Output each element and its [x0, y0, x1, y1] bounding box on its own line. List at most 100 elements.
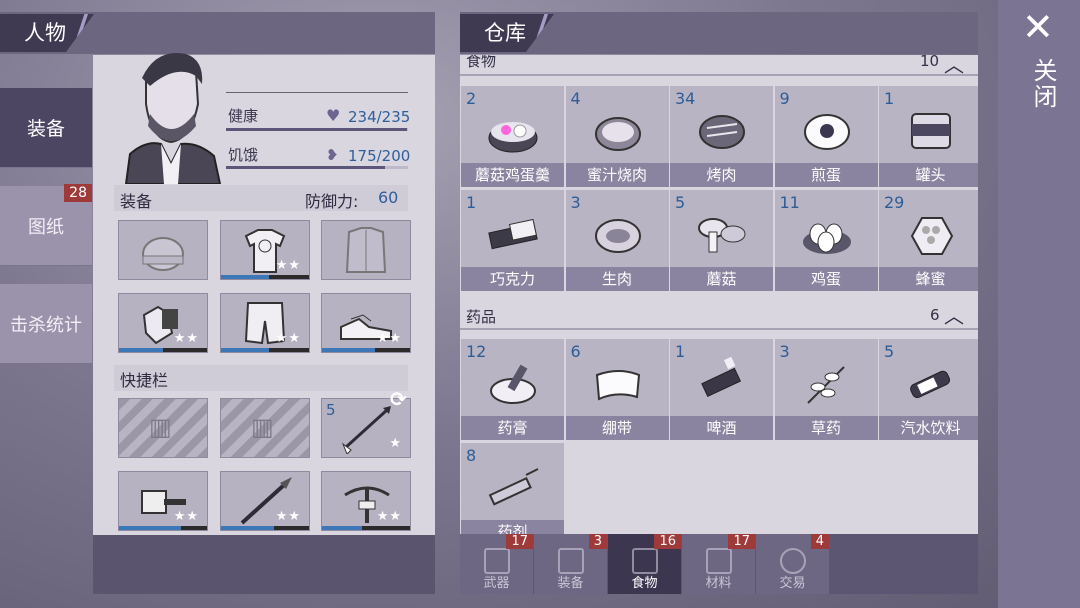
- item-cell[interactable]: 3 草药: [774, 339, 878, 440]
- equipment-slot[interactable]: ★★: [220, 293, 310, 353]
- tab-badge: 17: [506, 534, 533, 549]
- item-cell[interactable]: 1 巧克力: [461, 190, 564, 291]
- item-cell[interactable]: 5 蘑菇: [670, 190, 773, 291]
- item-cell[interactable]: 12 药膏: [461, 339, 564, 440]
- canned-food-icon: [911, 113, 951, 149]
- item-cell[interactable]: 11 鸡蛋: [774, 190, 878, 291]
- item-count: 2: [466, 89, 477, 108]
- tab-plank[interactable]: 17 材料: [682, 534, 755, 594]
- tab-equipment[interactable]: 装备: [0, 88, 92, 168]
- equipment-slot[interactable]: ★★: [321, 293, 411, 353]
- medicine-divider: [460, 328, 978, 330]
- lock-fence-icon: ▥: [251, 413, 274, 441]
- tab-blueprints[interactable]: 图纸 28: [0, 184, 92, 266]
- food-category-count: 10: [920, 55, 940, 70]
- tab-badge: 17: [728, 534, 755, 549]
- item-cell[interactable]: 3 生肉: [565, 190, 669, 291]
- item-count: 8: [466, 446, 477, 465]
- quickbar-label: 快捷栏: [120, 371, 169, 390]
- lock-fence-icon: ▥: [149, 413, 172, 441]
- plank-icon: [706, 548, 732, 574]
- tab-badge: 4: [810, 534, 829, 549]
- item-cell[interactable]: 1 啤酒: [670, 339, 773, 440]
- item-cell[interactable]: 8 药剂: [461, 443, 564, 534]
- character-portrait: [124, 53, 222, 184]
- mushroom-egg-soup-icon: [488, 122, 538, 153]
- close-icon[interactable]: ✕: [1022, 8, 1054, 46]
- item-cell[interactable]: 2 蘑菇鸡蛋羹: [461, 86, 564, 187]
- tab-kill-stats[interactable]: 击杀统计: [0, 284, 92, 364]
- equipment-slot[interactable]: ★★: [220, 220, 310, 280]
- beer-icon: [701, 357, 742, 398]
- equipment-slot[interactable]: [118, 220, 208, 280]
- steak-icon: [632, 548, 658, 574]
- health-label: 健康: [228, 107, 259, 125]
- quickbar-slot[interactable]: ★★: [118, 471, 208, 531]
- mushroom-icon: [698, 218, 746, 253]
- roast-meat-icon: [699, 115, 745, 149]
- tab-label: 装备: [557, 576, 584, 591]
- equipment-slot[interactable]: [321, 220, 411, 280]
- item-name: 生肉: [565, 267, 669, 291]
- hunger-label: 饥饿: [228, 146, 259, 164]
- warehouse-list[interactable]: 食物 10 ︿ 2 蘑菇鸡蛋羹 4 蜜汁烧肉 34 烤肉 9 煎蛋 1 罐头 1 巧克力 3 生肉 5 蘑菇 1…: [460, 55, 978, 534]
- item-name: 蘑菇: [670, 267, 773, 291]
- equipment-slot[interactable]: ★★: [118, 293, 208, 353]
- honey-roast-icon: [594, 117, 641, 151]
- syringe-icon: [488, 468, 539, 506]
- quickbar-slot[interactable]: ★★: [321, 471, 411, 531]
- raw-meat-icon: [594, 219, 641, 253]
- item-cell[interactable]: 1 罐头: [879, 86, 978, 187]
- tab-label: 食物: [631, 576, 658, 591]
- item-name: 蜂蜜: [879, 267, 978, 291]
- durability-bar: [221, 275, 270, 279]
- item-cell[interactable]: 5 汽水饮料: [879, 339, 978, 440]
- durability-bar: [119, 526, 181, 530]
- item-name: 罐头: [879, 163, 978, 187]
- item-name: 绷带: [565, 416, 669, 440]
- item-count: 3: [779, 342, 790, 361]
- durability-bar: [119, 348, 163, 352]
- tab-axe[interactable]: 17 武器: [460, 534, 533, 594]
- health-value: 234/235: [348, 108, 411, 126]
- coin-icon: [780, 548, 806, 574]
- item-cell[interactable]: 9 煎蛋: [774, 86, 878, 187]
- honeycomb-icon: [910, 217, 954, 255]
- tab-coin[interactable]: 4 交易: [756, 534, 829, 594]
- medicine-category-count: 6: [930, 306, 940, 324]
- ointment-icon: [490, 364, 536, 404]
- item-cell[interactable]: 6 绷带: [565, 339, 669, 440]
- soda-icon: [910, 370, 951, 399]
- medicine-collapse-chevron-icon[interactable]: ︿: [944, 300, 964, 329]
- item-count: 5: [884, 342, 895, 361]
- item-cell[interactable]: 34 烤肉: [670, 86, 773, 187]
- item-name: 啤酒: [670, 416, 773, 440]
- item-count: 1: [884, 89, 895, 108]
- stars: ★★: [376, 509, 402, 524]
- item-count: 1: [675, 342, 686, 361]
- stars: ★★: [173, 331, 199, 346]
- equipment-label: 装备: [120, 192, 153, 211]
- item-cell[interactable]: 4 蜜汁烧肉: [565, 86, 669, 187]
- stars: ★★: [275, 258, 301, 273]
- item-count: 3: [570, 193, 581, 212]
- item-name: 草药: [774, 416, 878, 440]
- item-name: 药膏: [461, 416, 564, 440]
- tab-steak[interactable]: 16 食物: [608, 534, 681, 594]
- quickbar-slot[interactable]: ★★: [220, 471, 310, 531]
- quickbar-slot[interactable]: ▥: [118, 398, 208, 458]
- axe-icon: [484, 548, 510, 574]
- quickbar-slot[interactable]: ▥: [220, 398, 310, 458]
- shirt-icon: [558, 548, 584, 574]
- close-label[interactable]: 关闭: [1026, 58, 1061, 110]
- swap-icon[interactable]: ⟳: [390, 387, 407, 411]
- bandage-icon: [595, 370, 640, 401]
- fried-egg-icon: [803, 114, 850, 150]
- food-category-label: 食物: [466, 55, 497, 70]
- food-divider: [460, 74, 978, 76]
- item-cell[interactable]: 29 蜂蜜: [879, 190, 978, 291]
- durability-bar: [322, 526, 362, 530]
- close-rail[interactable]: ✕ 关闭: [998, 0, 1080, 608]
- tab-shirt[interactable]: 3 装备: [534, 534, 607, 594]
- item-count: 1: [466, 193, 477, 212]
